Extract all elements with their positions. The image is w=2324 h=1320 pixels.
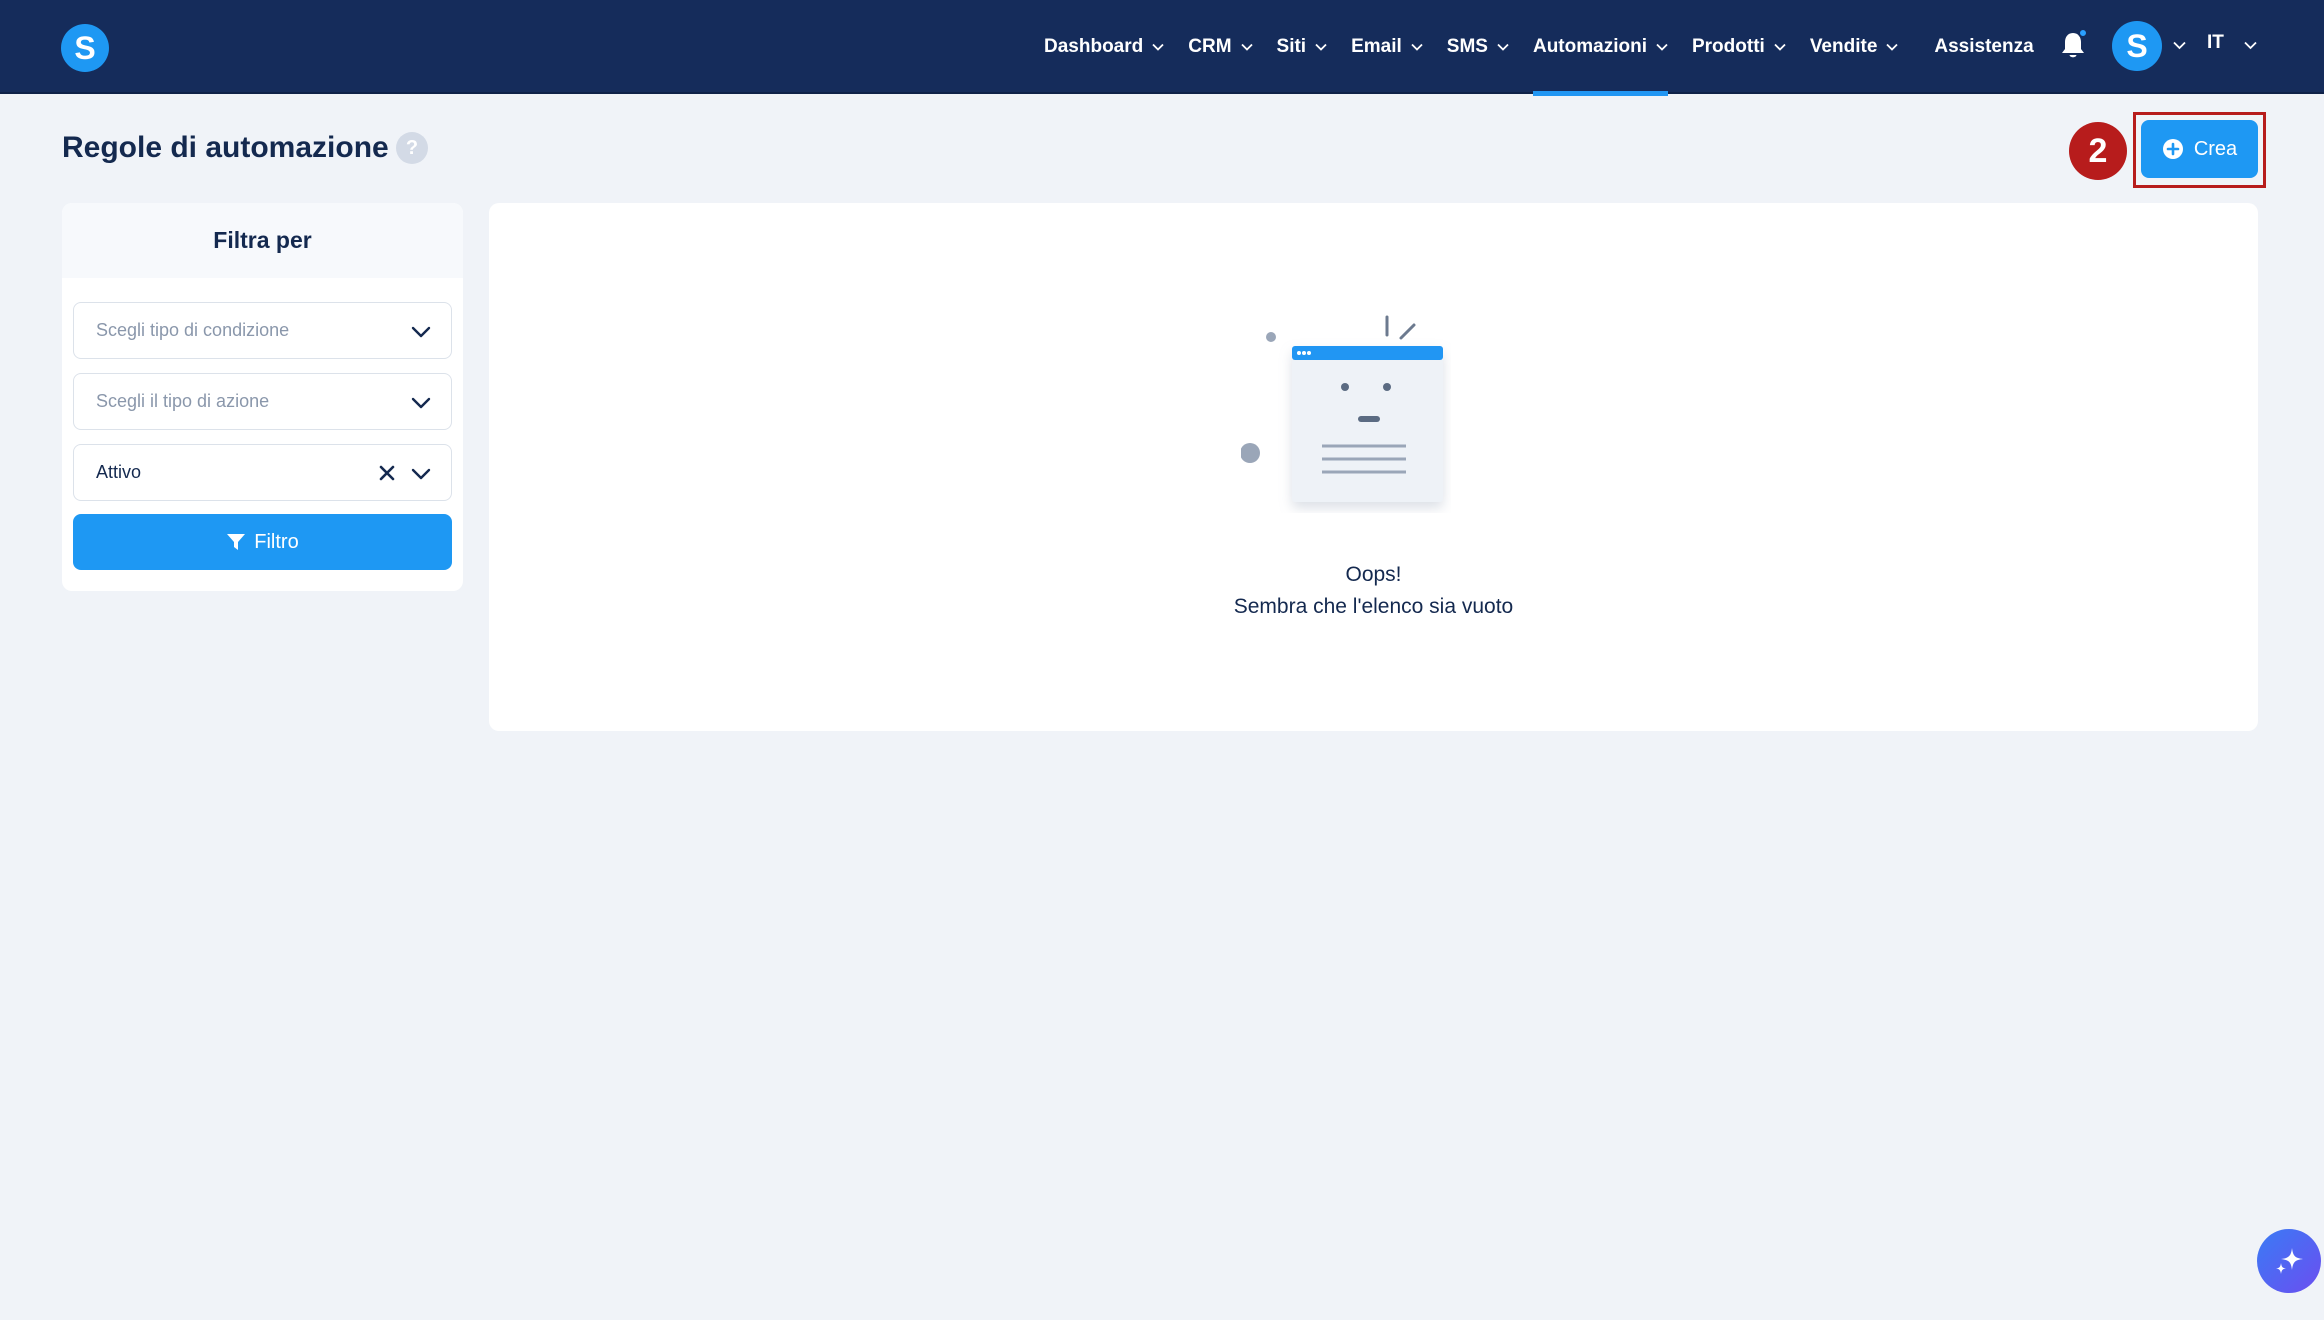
condition-type-select[interactable]: Scegli tipo di condizione <box>73 302 452 359</box>
funnel-icon <box>227 534 246 550</box>
chevron-down-icon <box>1656 43 1668 51</box>
filter-panel: Filtra per Scegli tipo di condizione Sce… <box>62 203 463 591</box>
nav-item-crm[interactable]: CRM <box>1188 0 1253 94</box>
filter-panel-title: Filtra per <box>62 203 463 278</box>
language-selector[interactable]: IT <box>2207 32 2224 54</box>
ai-assistant-button[interactable] <box>2257 1229 2321 1293</box>
nav-item-label: Vendite <box>1809 36 1878 57</box>
chevron-down-icon <box>411 326 431 338</box>
plus-circle-icon <box>2162 139 2183 159</box>
nav-item-label: SMS <box>1446 36 1488 57</box>
nav-item-vendite[interactable]: Vendite <box>1810 0 1899 94</box>
chevron-down-icon <box>1152 43 1164 51</box>
nav-item-siti[interactable]: Siti <box>1277 0 1328 94</box>
chevron-down-icon <box>1497 43 1509 51</box>
status-value: Attivo <box>96 462 142 482</box>
chevron-down-icon <box>1774 43 1786 51</box>
chevron-down-icon <box>1240 43 1253 51</box>
create-button-label: Crea <box>2193 137 2238 160</box>
nav-item-prodotti[interactable]: Prodotti <box>1692 0 1786 94</box>
create-button[interactable]: Crea <box>2141 120 2258 178</box>
action-type-placeholder: Scegli il tipo di azione <box>96 391 270 411</box>
svg-text:S: S <box>74 31 95 65</box>
top-navbar: S Dashboard CRM Siti Email SMS Automazio… <box>0 0 2324 96</box>
notification-dot <box>2078 28 2088 38</box>
nav-item-label: Siti <box>1276 36 1307 57</box>
chevron-down-icon[interactable] <box>2173 41 2186 50</box>
nav-item-label: Automazioni <box>1532 36 1647 57</box>
sparkle-icon <box>2276 1248 2303 1274</box>
nav-item-label: Dashboard <box>1044 36 1144 57</box>
avatar[interactable]: S <box>2112 21 2162 71</box>
status-select[interactable]: Attivo <box>73 444 452 501</box>
help-icon[interactable]: ? <box>396 132 428 164</box>
chevron-down-icon <box>411 397 431 409</box>
filter-button[interactable]: Filtro <box>73 514 452 570</box>
chevron-down-icon <box>411 468 431 480</box>
chevron-down-icon <box>1315 43 1327 51</box>
close-icon[interactable] <box>379 465 395 481</box>
svg-text:S: S <box>2126 29 2147 63</box>
condition-type-placeholder: Scegli tipo di condizione <box>96 320 290 340</box>
page-title: Regole di automazione <box>62 131 389 164</box>
action-type-select[interactable]: Scegli il tipo di azione <box>73 373 452 430</box>
results-card: Oops! Sembra che l'elenco sia vuoto <box>489 203 2258 731</box>
empty-state-subtitle: Sembra che l'elenco sia vuoto <box>1233 595 1514 618</box>
chevron-down-icon <box>1886 43 1899 51</box>
nav-item-label: Email <box>1351 36 1402 57</box>
nav-item-label: CRM <box>1188 36 1232 57</box>
chevron-down-icon[interactable] <box>2244 41 2257 50</box>
nav-item-dashboard[interactable]: Dashboard <box>1044 0 1164 94</box>
nav-item-sms[interactable]: SMS <box>1447 0 1509 94</box>
step-badge: 2 <box>2069 122 2127 180</box>
logo-s-icon[interactable]: S <box>61 24 109 72</box>
nav-item-automazioni[interactable]: Automazioni <box>1532 0 1668 96</box>
main-nav: Dashboard CRM Siti Email SMS Automazioni… <box>1044 0 2062 96</box>
chevron-down-icon <box>1411 43 1423 51</box>
nav-item-assistenza[interactable]: Assistenza <box>1934 0 2033 94</box>
empty-document-icon <box>1241 315 1443 502</box>
empty-state-title: Oops! <box>1345 563 1402 586</box>
filter-button-label: Filtro <box>254 530 299 553</box>
nav-item-label: Assistenza <box>1934 36 2034 57</box>
nav-item-label: Prodotti <box>1691 36 1765 57</box>
nav-item-email[interactable]: Email <box>1351 0 1423 94</box>
